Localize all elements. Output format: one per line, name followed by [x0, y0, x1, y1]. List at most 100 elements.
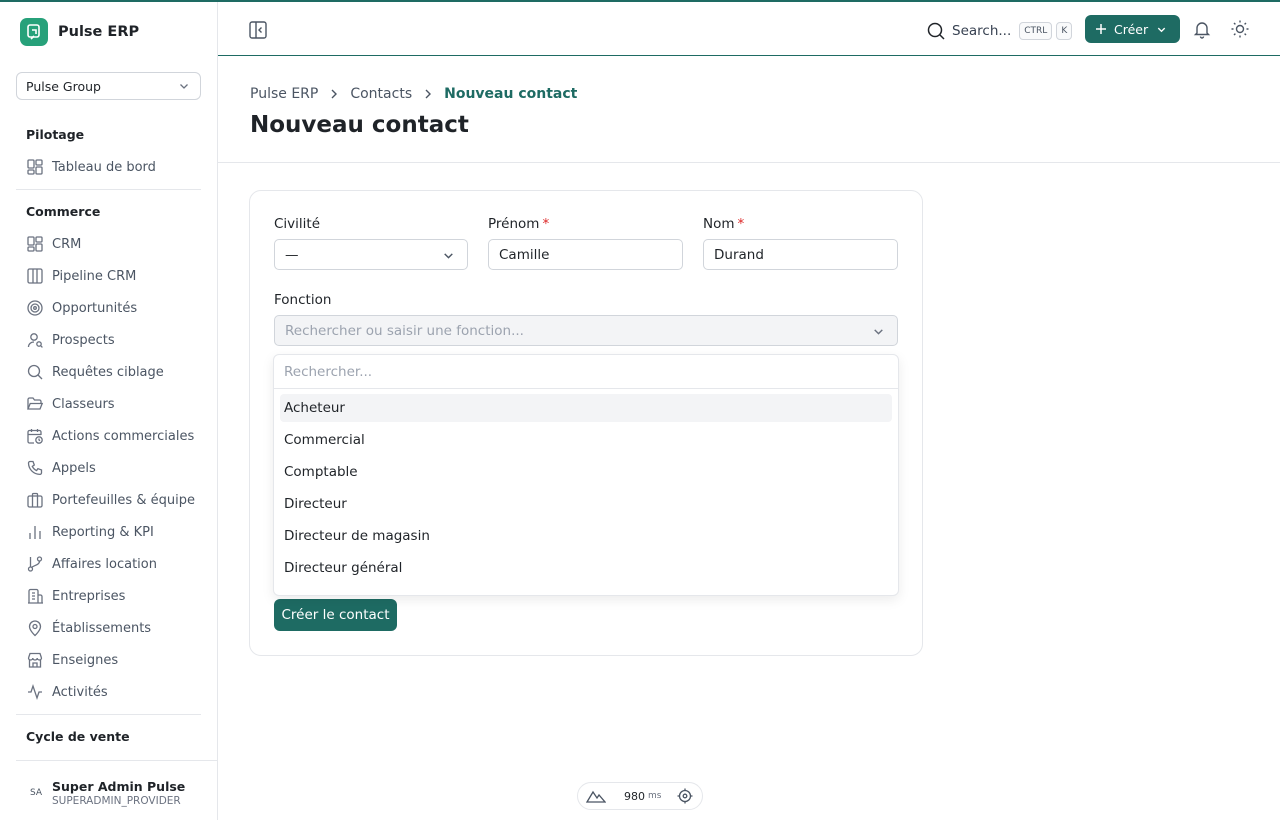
sidebar-item-label: Pipeline CRM: [52, 268, 137, 284]
civilite-label: Civilité: [274, 216, 321, 232]
nom-label-text: Nom: [703, 216, 735, 232]
chevron-right-icon: [328, 88, 340, 100]
dropdown-option[interactable]: Directeur général: [280, 554, 892, 582]
sidebar-item-label: Reporting & KPI: [52, 524, 154, 540]
sidebar-item-prospects[interactable]: Prospects: [26, 328, 115, 352]
sidebar-item-label: Activités: [52, 684, 108, 700]
brand-name: Pulse ERP: [58, 24, 140, 40]
breadcrumb: Pulse ERP Contacts Nouveau contact: [250, 84, 577, 104]
phone-icon: [26, 459, 44, 477]
sidebar-item-enseignes[interactable]: Enseignes: [26, 648, 118, 672]
prenom-label: Prénom *: [488, 216, 549, 232]
dashboard-icon: [26, 158, 44, 176]
organization-select-value: Pulse Group: [26, 78, 101, 94]
sidebar-divider: [16, 714, 201, 715]
breadcrumb-item-pulse-erp[interactable]: Pulse ERP: [250, 86, 318, 102]
nom-value: Durand: [714, 246, 764, 263]
fonction-placeholder: Rechercher ou saisir une fonction...: [285, 322, 524, 339]
prenom-label-text: Prénom: [488, 216, 540, 232]
fonction-label: Fonction: [274, 292, 332, 308]
brand[interactable]: Pulse ERP: [20, 18, 139, 46]
nom-label: Nom *: [703, 216, 744, 232]
sidebar-item-label: Classeurs: [52, 396, 115, 412]
search-icon: [927, 22, 945, 40]
sidebar-item-etablissements[interactable]: Établissements: [26, 616, 151, 640]
dropdown-search-placeholder: Rechercher...: [284, 363, 373, 380]
create-button-label: Créer: [1114, 21, 1149, 37]
civilite-value: —: [285, 246, 299, 263]
chevron-down-icon: [444, 253, 453, 259]
sidebar-toggle-icon[interactable]: [248, 20, 268, 40]
pipeline-icon: [26, 267, 44, 285]
organization-select[interactable]: Pulse Group: [16, 72, 201, 100]
shortcut-key-k: K: [1056, 22, 1073, 40]
folder-open-icon: [26, 395, 44, 413]
plus-icon: [1096, 24, 1106, 34]
crm-icon: [26, 235, 44, 253]
search-label: Search...: [952, 23, 1012, 39]
sidebar-item-label: Entreprises: [52, 588, 126, 604]
fonction-combobox[interactable]: Rechercher ou saisir une fonction...: [274, 315, 898, 346]
sidebar-item-entreprises[interactable]: Entreprises: [26, 584, 125, 608]
create-button[interactable]: Créer: [1085, 15, 1180, 43]
sidebar-item-crm[interactable]: CRM: [26, 232, 81, 256]
required-marker: *: [542, 216, 550, 232]
sidebar-item-label: Appels: [52, 460, 96, 476]
performance-indicator[interactable]: 980 ms: [577, 782, 703, 810]
dropdown-option[interactable]: Comptable: [280, 458, 892, 486]
required-marker: *: [737, 216, 745, 232]
sidebar-item-appels[interactable]: Appels: [26, 456, 96, 480]
briefcase-icon: [26, 491, 44, 509]
create-contact-button[interactable]: Créer le contact: [274, 599, 397, 631]
avatar: SA: [29, 788, 43, 798]
user-name: Super Admin Pulse: [52, 779, 186, 794]
store-icon: [26, 651, 44, 669]
sidebar-item-opportunites[interactable]: Opportunités: [26, 296, 137, 320]
user-profile[interactable]: SA Super Admin Pulse SUPERADMIN_PROVIDER: [16, 760, 217, 820]
sidebar-item-label: Requêtes ciblage: [52, 364, 164, 380]
civilite-select[interactable]: —: [274, 239, 468, 270]
nav-section-pilotage: Pilotage: [26, 127, 85, 142]
top-header: Search... CTRL K Créer: [218, 2, 1280, 56]
sidebar-item-label: Actions commerciales: [52, 428, 195, 444]
sidebar-item-portefeuilles-equipe[interactable]: Portefeuilles & équipe: [26, 488, 195, 512]
bar-chart-icon: [26, 523, 44, 541]
prenom-input[interactable]: Camille: [488, 239, 683, 270]
sidebar-item-reporting-kpi[interactable]: Reporting & KPI: [26, 520, 154, 544]
activity-icon: [26, 683, 44, 701]
dropdown-option[interactable]: Directeur: [280, 490, 892, 518]
sidebar-item-affaires-location[interactable]: Affaires location: [26, 552, 157, 576]
theme-toggle-sun-icon[interactable]: [1230, 19, 1250, 39]
notifications-bell-icon[interactable]: [1192, 19, 1212, 39]
page-title: Nouveau contact: [250, 112, 469, 138]
breadcrumb-current: Nouveau contact: [444, 86, 578, 102]
sidebar-item-pipeline-crm[interactable]: Pipeline CRM: [26, 264, 136, 288]
dropdown-search-input[interactable]: Rechercher...: [274, 355, 898, 389]
perf-unit: ms: [648, 791, 662, 801]
user-search-icon: [26, 331, 44, 349]
chevron-down-icon: [874, 329, 883, 335]
breadcrumb-item-contacts[interactable]: Contacts: [350, 86, 412, 102]
dropdown-option[interactable]: Directeur de magasin: [280, 522, 892, 550]
sidebar-item-label: Tableau de bord: [52, 159, 156, 175]
sidebar-item-tableau-de-bord[interactable]: Tableau de bord: [26, 155, 156, 179]
sidebar-item-label: Affaires location: [52, 556, 157, 572]
nom-input[interactable]: Durand: [703, 239, 898, 270]
dropdown-option[interactable]: Commercial: [280, 426, 892, 454]
sidebar-item-requetes-ciblage[interactable]: Requêtes ciblage: [26, 360, 164, 384]
sidebar-item-actions-commerciales[interactable]: Actions commerciales: [26, 424, 194, 448]
calendar-clock-icon: [26, 427, 44, 445]
sidebar-item-label: Établissements: [52, 620, 152, 636]
sidebar-item-label: CRM: [52, 236, 82, 252]
sidebar-item-classeurs[interactable]: Classeurs: [26, 392, 115, 416]
chevron-down-icon: [1157, 27, 1166, 32]
mountain-icon: [586, 790, 606, 803]
header-divider: [218, 162, 1280, 163]
shortcut-key-ctrl: CTRL: [1019, 22, 1053, 40]
sidebar-item-activites[interactable]: Activités: [26, 680, 108, 704]
dropdown-option[interactable]: Acheteur: [280, 394, 892, 422]
sidebar-item-label: Prospects: [52, 332, 115, 348]
pulse-logo-icon: [20, 18, 48, 46]
search-icon: [26, 363, 44, 381]
global-search-button[interactable]: Search... CTRL K: [926, 18, 1073, 44]
